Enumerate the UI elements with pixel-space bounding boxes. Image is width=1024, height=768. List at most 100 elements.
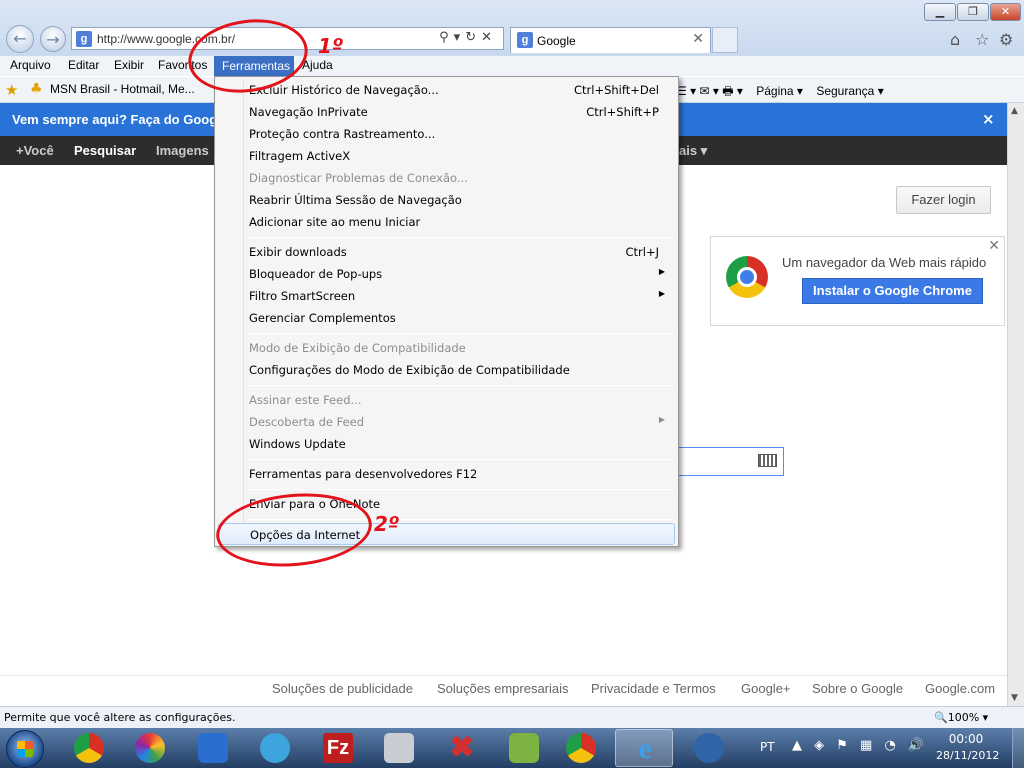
- annotation-label-step1: 1º: [318, 34, 344, 58]
- gbar-more[interactable]: ais ▾: [679, 143, 707, 159]
- favorites-star-icon[interactable]: ★: [5, 81, 18, 99]
- forward-button[interactable]: →: [40, 26, 66, 52]
- tools-dropdown-menu: Excluir Histórico de Navegação... Ctrl+Sh…: [214, 76, 679, 547]
- clock-date[interactable]: 28/11/2012: [936, 749, 999, 762]
- login-button[interactable]: Fazer login: [896, 186, 991, 214]
- taskbar-teamviewer[interactable]: [184, 729, 242, 767]
- feeds-mail-print-icons[interactable]: ☰ ▾ ✉ ▾ 🖶 ▾: [676, 84, 743, 98]
- menu-editar[interactable]: Editar: [68, 58, 99, 72]
- close-tab-icon[interactable]: ✕: [692, 31, 704, 47]
- taskbar-picasa[interactable]: [121, 729, 179, 767]
- footer-link-empresariais[interactable]: Soluções empresariais: [437, 681, 569, 696]
- tab-google[interactable]: g Google ✕: [510, 27, 711, 53]
- menu-item-label: Filtro SmartScreen: [249, 289, 356, 303]
- taskbar-users[interactable]: [495, 729, 553, 767]
- footer-link-googleplus[interactable]: Google+: [741, 681, 791, 696]
- menu-item-bloqueador-popups[interactable]: Bloqueador de Pop-ups ▶: [218, 263, 675, 285]
- footer-link-sobre[interactable]: Sobre o Google: [812, 681, 903, 696]
- menu-item-adicionar-iniciar[interactable]: Adicionar site ao menu Iniciar: [218, 211, 675, 233]
- clock-time[interactable]: 00:00: [936, 732, 996, 746]
- menu-item-ferramentas-desenvolvedores[interactable]: Ferramentas para desenvolvedores F12: [218, 463, 675, 485]
- menu-item-shortcut: Ctrl+Shift+Del: [574, 83, 659, 97]
- footer-link-privacidade[interactable]: Privacidade e Termos: [591, 681, 716, 696]
- menu-item-label: Exibir downloads: [249, 245, 347, 259]
- submenu-arrow-icon: ▶: [658, 289, 665, 298]
- scroll-up-icon[interactable]: ▲: [1011, 106, 1018, 116]
- menu-separator: [248, 489, 673, 490]
- menu-arquivo[interactable]: Arquivo: [10, 58, 51, 72]
- search-input[interactable]: [677, 447, 784, 476]
- gbar-imagens[interactable]: Imagens: [156, 143, 209, 158]
- close-window-button[interactable]: ✕: [990, 3, 1021, 21]
- taskbar-filezilla[interactable]: Fz: [309, 729, 367, 767]
- taskbar-x-app[interactable]: ✖: [433, 729, 491, 767]
- menu-item-gerenciar-complementos[interactable]: Gerenciar Complementos: [218, 307, 675, 329]
- menu-ajuda[interactable]: Ajuda: [302, 58, 333, 72]
- menu-item-label: Configurações do Modo de Exibição de Com…: [249, 363, 570, 377]
- menu-item-label: Reabrir Última Sessão de Navegação: [249, 193, 462, 207]
- menu-item-smartscreen[interactable]: Filtro SmartScreen ▶: [218, 285, 675, 307]
- taskbar-internet-explorer[interactable]: e: [615, 729, 673, 767]
- keyboard-icon[interactable]: [758, 454, 777, 467]
- taskbar-thunderbird[interactable]: [680, 729, 738, 767]
- favorites-star-icon[interactable]: ☆: [975, 30, 989, 49]
- page-menu[interactable]: Página ▾: [756, 84, 803, 98]
- msn-icon: ♣: [30, 81, 43, 97]
- address-tools-icons[interactable]: ⚲▾↻✕: [439, 30, 497, 45]
- browser-title-bar: ▁ ❐ ✕ ← → g http://www.google.com.br/ ⚲▾…: [0, 0, 1024, 56]
- menu-item-label: Windows Update: [249, 437, 346, 451]
- footer-divider: [0, 675, 1007, 676]
- internet-explorer-icon: e: [638, 732, 652, 765]
- menu-item-excluir-historico[interactable]: Excluir Histórico de Navegação... Ctrl+Sh…: [218, 79, 675, 101]
- menu-item-label: Bloqueador de Pop-ups: [249, 267, 383, 281]
- zoom-control[interactable]: 🔍100% ▾: [934, 711, 988, 724]
- gbar-voce[interactable]: +Você: [16, 143, 54, 158]
- back-button[interactable]: ←: [6, 25, 34, 53]
- menu-item-protecao-rastreamento[interactable]: Proteção contra Rastreamento...: [218, 123, 675, 145]
- favorite-link-msn[interactable]: MSN Brasil - Hotmail, Me...: [50, 82, 195, 96]
- security-menu[interactable]: Segurança ▾: [816, 84, 883, 98]
- page-scrollbar[interactable]: ▲ ▼: [1007, 103, 1024, 706]
- menu-item-exibir-downloads[interactable]: Exibir downloads Ctrl+J: [218, 241, 675, 263]
- menu-item-reabrir-sessao[interactable]: Reabrir Última Sessão de Navegação: [218, 189, 675, 211]
- chrome-icon: [566, 733, 596, 763]
- google-favicon-icon: g: [517, 32, 533, 48]
- menu-item-inprivate[interactable]: Navegação InPrivate Ctrl+Shift+P: [218, 101, 675, 123]
- users-icon: [509, 733, 539, 763]
- minimize-button[interactable]: ▁: [924, 3, 956, 21]
- taskbar-chrome[interactable]: [60, 729, 118, 767]
- command-bar: ☰ ▾ ✉ ▾ 🖶 ▾ Página ▾ Segurança ▾: [676, 82, 894, 103]
- gear-icon[interactable]: ⚙: [999, 30, 1013, 49]
- taskbar-chrome-2[interactable]: [552, 729, 610, 767]
- show-desktop-button[interactable]: [1012, 728, 1024, 768]
- scroll-down-icon[interactable]: ▼: [1011, 693, 1018, 703]
- menu-item-label: Navegação InPrivate: [249, 105, 368, 119]
- thunderbird-icon: [694, 733, 724, 763]
- taskbar-aim[interactable]: [246, 729, 304, 767]
- menu-exibir[interactable]: Exibir: [114, 58, 144, 72]
- menu-item-windows-update[interactable]: Windows Update: [218, 433, 675, 455]
- install-chrome-button[interactable]: Instalar o Google Chrome: [802, 278, 983, 304]
- footer-link-googlecom[interactable]: Google.com: [925, 681, 995, 696]
- menu-item-descoberta-feed: Descoberta de Feed ▶: [218, 411, 675, 433]
- start-button[interactable]: [6, 730, 44, 768]
- menu-item-config-compatibilidade[interactable]: Configurações do Modo de Exibição de Com…: [218, 359, 675, 381]
- home-icon[interactable]: ⌂: [950, 30, 960, 49]
- banner-close-icon[interactable]: ×: [982, 110, 995, 128]
- new-tab-button[interactable]: [712, 27, 738, 53]
- taskbar-scanner[interactable]: [370, 729, 428, 767]
- aim-icon: [260, 733, 290, 763]
- banner-text[interactable]: Vem sempre aqui? Faça do Goog: [12, 112, 217, 127]
- language-indicator[interactable]: PT: [760, 740, 775, 754]
- footer-link-publicidade[interactable]: Soluções de publicidade: [272, 681, 413, 696]
- submenu-arrow-icon: ▶: [658, 415, 665, 424]
- menu-item-filtragem-activex[interactable]: Filtragem ActiveX: [218, 145, 675, 167]
- menu-item-label: Diagnosticar Problemas de Conexão...: [249, 171, 468, 185]
- maximize-button[interactable]: ❐: [957, 3, 989, 21]
- promo-headline: Um navegador da Web mais rápido: [782, 255, 987, 270]
- menu-item-label: Filtragem ActiveX: [249, 149, 351, 163]
- gbar-pesquisar[interactable]: Pesquisar: [74, 143, 136, 158]
- tray-icons[interactable]: ▲ ◈ ⚑ ▦ ◔ 🔊: [792, 738, 928, 753]
- promo-close-icon[interactable]: ✕: [988, 238, 1000, 254]
- picasa-icon: [135, 733, 165, 763]
